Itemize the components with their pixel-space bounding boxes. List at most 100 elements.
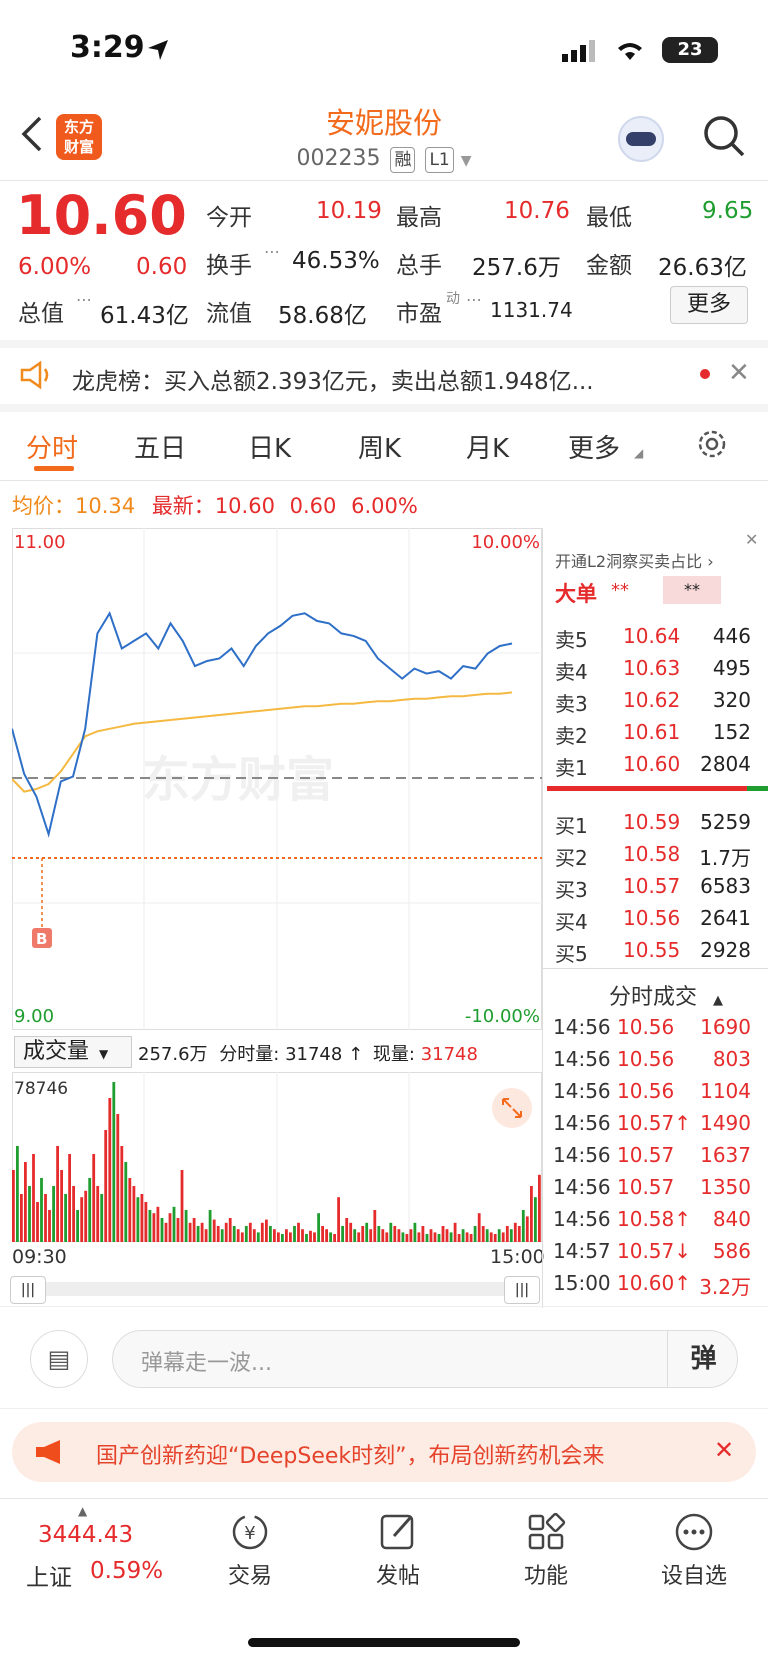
ask-price: 10.62 [623,688,681,712]
ask-price: 10.61 [623,720,681,744]
volume-bar [172,1206,176,1242]
bid-level-label: 买1 [555,814,588,838]
turnover-label: 换手 [206,253,252,279]
tick-row: 15:00 10.60↑ 3.2万 [543,1269,768,1301]
volume-bar [349,1222,353,1242]
volume-bar [461,1229,465,1242]
volume-bar [289,1232,292,1242]
volume-bar [60,1170,63,1242]
ticks-title[interactable]: 分时成交 ▲ [609,979,723,1011]
volume-bar [144,1202,148,1242]
volume-bar [433,1232,437,1242]
volume-bar [313,1232,316,1242]
tick-price: 10.57 [617,1175,675,1199]
volume-bar [196,1226,200,1242]
ask-volume: 446 [712,624,751,648]
bid-rows: 买1 10.59 5259 买2 10.58 1.7万 买3 10.57 6583 买4 10.56… [543,808,768,968]
volume-bar [437,1234,441,1242]
info-icon[interactable]: ⋯ [264,242,280,261]
banner-text: 国产创新药迎“DeepSeek时刻”，布局创新药机会来 [96,1444,605,1469]
volume-bar [232,1226,236,1242]
volume-bar [345,1218,349,1242]
pe-superscript: 动 [446,291,460,307]
index-widget[interactable]: ▲ 3444.43 上证 0.59% [20,1504,170,1594]
ratio-bar [547,786,747,791]
volume-bar [385,1232,389,1242]
nav-trade[interactable]: ¥ 交易 [190,1510,310,1590]
volume-bar [325,1229,328,1242]
volume-bar [513,1222,517,1242]
bid-level-label: 买3 [555,878,588,902]
price-chart[interactable]: 东方财富 B 11.00 10.00% 9.00 -10.00% [12,528,542,1030]
current-price: 10.60 [16,184,187,247]
volume-bar [393,1226,397,1242]
volume-bar [32,1154,35,1242]
tick-row: 14:56 10.57 1637 [543,1141,768,1173]
robot-avatar-icon[interactable] [618,116,664,162]
volume-chart[interactable]: 78746 [12,1072,542,1242]
volume-bar [409,1229,413,1242]
volume-bar [481,1226,485,1242]
tab-five-day[interactable]: 五日 [134,428,186,465]
volume-bar [377,1226,381,1242]
tick-row: 14:56 10.57 1350 [543,1173,768,1205]
y-top-label: 11.00 [14,532,66,553]
volume-bar [96,1186,100,1242]
promo-banner[interactable]: 国产创新药迎“DeepSeek时刻”，布局创新药机会来 ✕ [12,1422,756,1482]
tab-intraday[interactable]: 分时 [26,428,78,465]
volume-bar [152,1213,156,1242]
tick-time: 14:56 [553,1079,611,1103]
level-tag: L1 [425,147,454,173]
close-icon[interactable]: ✕ [714,1436,734,1464]
low-value: 9.65 [702,198,754,224]
volume-bar [192,1218,196,1242]
nav-post[interactable]: 发帖 [338,1510,458,1590]
chart-watermark: 东方财富 [142,752,334,808]
tick-price: 10.57 [617,1143,675,1167]
close-icon[interactable]: ✕ [745,530,758,549]
volume-bar [305,1234,308,1242]
tab-active-indicator [34,466,74,471]
more-button[interactable]: 更多 [670,286,748,324]
volume-bar [361,1226,365,1242]
close-icon[interactable]: ✕ [728,358,750,388]
big-order-value: ** [611,580,629,601]
nav-watchlist[interactable]: 设自选 [634,1510,754,1590]
scroll-handle-left[interactable]: ||| [10,1276,46,1304]
volume-bar [449,1232,453,1242]
tick-volume: 1350 [700,1175,751,1199]
tab-monthly-k[interactable]: 月K [466,428,509,465]
pe-label: 市盈 [396,301,442,327]
volume-bar [104,1130,108,1242]
tab-more[interactable]: 更多 [568,428,620,465]
chevron-down-icon[interactable]: ▼ [461,153,472,169]
high-value: 10.76 [504,198,570,224]
timeline-scrollbar[interactable] [16,1282,536,1296]
tick-price: 10.56 [617,1015,675,1039]
ask-level-label: 卖2 [555,724,588,748]
volume-bar [477,1213,481,1242]
bid-price: 10.59 [623,810,681,834]
megaphone-icon [36,1440,60,1464]
tab-daily-k[interactable]: 日K [248,428,291,465]
tab-weekly-k[interactable]: 周K [358,428,401,465]
comment-input[interactable]: 弹幕走一波... 弹 [112,1330,738,1388]
ask-price: 10.60 [623,752,681,776]
scroll-handle-right[interactable]: ||| [504,1276,540,1304]
info-icon[interactable]: ⋯ [76,290,92,309]
tick-time: 14:56 [553,1047,611,1071]
tick-row: 14:56 10.56 803 [543,1045,768,1077]
info-icon[interactable]: ⋯ [466,290,482,309]
bid-row: 买5 10.55 2928 [543,936,768,968]
notes-button[interactable]: ▤ [30,1330,88,1388]
l2-promo[interactable]: 开通L2洞察买卖占比 › [555,548,714,572]
search-icon[interactable] [702,114,746,158]
danmu-button[interactable]: 弹 [667,1331,739,1387]
nav-function[interactable]: 功能 [486,1510,606,1590]
gear-icon[interactable] [694,426,730,462]
volume-selector[interactable]: 成交量 ▼ [14,1036,132,1068]
volume-bar [140,1194,144,1242]
ask-level-label: 卖4 [555,660,588,684]
notice-text[interactable]: 龙虎榜：买入总额2.393亿元，卖出总额1.948亿... [72,362,672,396]
bid-price: 10.57 [623,874,681,898]
